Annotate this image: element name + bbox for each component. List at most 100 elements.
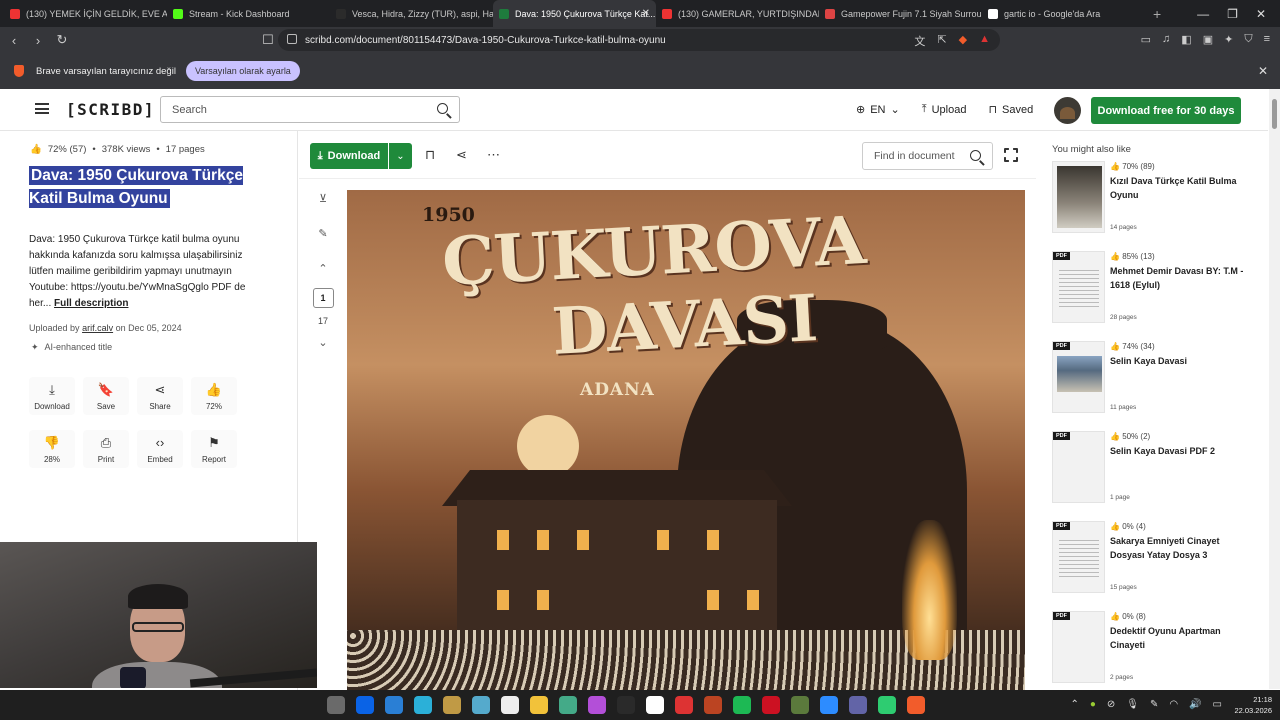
url-field[interactable]: scribd.com/document/801154473/Dava-1950-… [278,29,1000,51]
download-free-button[interactable]: Download free for 30 days [1091,97,1241,124]
photos-icon[interactable] [588,696,606,714]
file-explorer-icon[interactable] [327,696,345,714]
full-description-link[interactable]: Full description [54,298,128,309]
opera-icon[interactable] [675,696,693,714]
recommendation-item[interactable]: PDF 👍 74% (34) Selin Kaya Davasi 11 pages [1052,341,1267,421]
close-window-button[interactable]: ✕ [1256,7,1266,21]
hamburger-menu-icon[interactable] [35,103,49,114]
pencil-icon[interactable]: ✎ [318,227,327,247]
saved-link[interactable]: ⊓ Saved [988,103,1033,117]
share-action-button[interactable]: ⋖ Share [137,377,183,415]
share-icon[interactable]: ⋖ [456,147,467,163]
media-icon[interactable] [704,696,722,714]
league-icon[interactable] [443,696,461,714]
recommendation-item[interactable]: PDF 👍 0% (4) Sakarya Emniyeti Cinayet Dosy… [1052,521,1267,601]
download-action-button[interactable]: ⤓ Download [29,377,75,415]
search-input[interactable]: Search [160,96,460,123]
chevron-up-icon[interactable]: ⌃ [1070,699,1078,710]
reload-button[interactable]: ↻ [52,32,72,48]
wallet-icon[interactable]: ▣ [1203,33,1213,46]
zoom-icon[interactable] [820,696,838,714]
infobar-close-icon[interactable]: ✕ [1258,64,1268,78]
print-action-button[interactable]: ⎙ Print [83,430,129,468]
recommendation-thumbnail[interactable] [1052,161,1105,233]
back-button[interactable]: ‹ [4,33,24,48]
notion-icon[interactable] [646,696,664,714]
search-icon[interactable] [437,103,448,114]
notifications-off-icon[interactable]: ⊘ [1107,699,1115,710]
recommendation-item[interactable]: PDF 👍 50% (2) Selin Kaya Davasi PDF 2 1 pag… [1052,431,1267,511]
browser-tab[interactable]: Gamepower Fujin 7.1 Siyah Surround... [819,0,982,27]
new-tab-button[interactable]: + [1153,6,1161,22]
set-default-button[interactable]: Varsayılan olarak ayarla [185,61,300,81]
brave-icon[interactable] [907,696,925,714]
browser-tab[interactable]: gartic io - Google'da Ara [982,0,1145,27]
avatar[interactable] [1054,97,1081,124]
document-page-preview[interactable]: 1950 ÇUKUROVA DAVASI ADANA [347,190,1025,690]
microphone-icon[interactable]: 🎙 [1126,699,1139,710]
sidebar-toggle-icon[interactable]: ▭ [1141,33,1151,46]
site-info-icon[interactable] [287,34,297,44]
document-icon[interactable] [501,696,519,714]
recommendation-title[interactable]: Selin Kaya Davasi PDF 2 [1110,445,1250,459]
recommendation-title[interactable]: Mehmet Demir Davası BY: T.M - 1618 (Eylu… [1110,265,1250,292]
translate-icon[interactable]: 文 [914,33,925,49]
current-page-input[interactable]: 1 [312,288,334,308]
chevron-up-icon[interactable]: ⌃ [318,262,327,282]
volume-icon[interactable]: 🔊 [1189,699,1201,710]
tab-close-icon[interactable]: ✕ [642,8,650,19]
save-action-button[interactable]: 🔖 Save [83,377,129,415]
recommendation-title[interactable]: Kızıl Dava Türkçe Katil Bulma Oyunu [1110,175,1250,202]
store-icon[interactable] [385,696,403,714]
minimize-button[interactable]: — [1197,7,1209,21]
annotate-icon[interactable]: ⊻ [319,192,327,212]
download-options-button[interactable]: ⌄ [389,143,412,169]
spotify-icon[interactable] [733,696,751,714]
share-url-icon[interactable]: ⇱ [937,33,946,49]
more-options-icon[interactable]: ⋯ [487,147,500,163]
reading-list-icon[interactable]: ◧ [1181,33,1191,46]
find-in-document-input[interactable]: Find in document [862,142,993,170]
scrollbar-thumb[interactable] [1272,99,1277,129]
save-bookmark-icon[interactable]: ⊓ [425,147,435,163]
browser-tab[interactable]: (130) YEMEK İÇİN GELDİK, EVE ALMA... [4,0,167,27]
recommendation-thumbnail[interactable]: PDF [1052,521,1105,593]
recommendation-item[interactable]: 👍 70% (89) Kızıl Dava Türkçe Katil Bulma … [1052,161,1267,241]
calendar-icon[interactable] [559,696,577,714]
uploader-link[interactable]: arif.calv [82,323,113,333]
recommendation-item[interactable]: PDF 👍 85% (13) Mehmet Demir Davası BY: T.M… [1052,251,1267,331]
recommendation-item[interactable]: PDF 👍 0% (8) Dedektif Oyunu Apartman Cinay… [1052,611,1267,691]
media-icon[interactable]: ♫ [1162,33,1170,46]
chevron-down-icon[interactable]: ⌄ [318,336,327,356]
recommendation-title[interactable]: Dedektif Oyunu Apartman Cinayeti [1110,625,1250,652]
maximize-button[interactable]: ❐ [1227,7,1238,21]
app-tray-icon[interactable]: ● [1090,699,1096,710]
scribd-logo[interactable]: [SCRIBD] [66,100,155,119]
language-selector[interactable]: ⊕ EN ⌄ [856,103,900,117]
recommendation-thumbnail[interactable]: PDF [1052,251,1105,323]
recommendation-title[interactable]: Selin Kaya Davasi [1110,355,1250,369]
folder-icon[interactable] [530,696,548,714]
battery-icon[interactable]: ▭ [1213,699,1222,710]
vpn-icon[interactable]: ⛉ [1244,33,1252,46]
recommendation-thumbnail[interactable]: PDF [1052,341,1105,413]
bookmark-page-icon[interactable]: ☐ [258,32,278,48]
72--action-button[interactable]: 👍 72% [191,377,237,415]
taskbar-clock[interactable]: 21:18 22.03.2026 [1234,694,1272,716]
28--action-button[interactable]: 👎 28% [29,430,75,468]
browser-tab[interactable]: (130) GAMERLAR, YURTDIŞINDAN R... [656,0,819,27]
recommendation-thumbnail[interactable]: PDF [1052,431,1105,503]
recommendation-thumbnail[interactable]: PDF [1052,611,1105,683]
embed-action-button[interactable]: ‹› Embed [137,430,183,468]
dropbox-icon[interactable] [356,696,374,714]
download-button[interactable]: ⤓ Download [310,143,388,169]
menu-icon[interactable]: ≡ [1264,33,1270,46]
brave-shields-icon[interactable]: ◆ [959,33,967,49]
upload-link[interactable]: ⤒ Upload [922,103,967,116]
app-green-icon[interactable] [878,696,896,714]
notion-dark-icon[interactable] [617,696,635,714]
fullscreen-icon[interactable] [1004,148,1018,162]
app-icon[interactable] [414,696,432,714]
minecraft-icon[interactable] [791,696,809,714]
brave-rewards-icon[interactable]: ▲ [979,33,990,49]
